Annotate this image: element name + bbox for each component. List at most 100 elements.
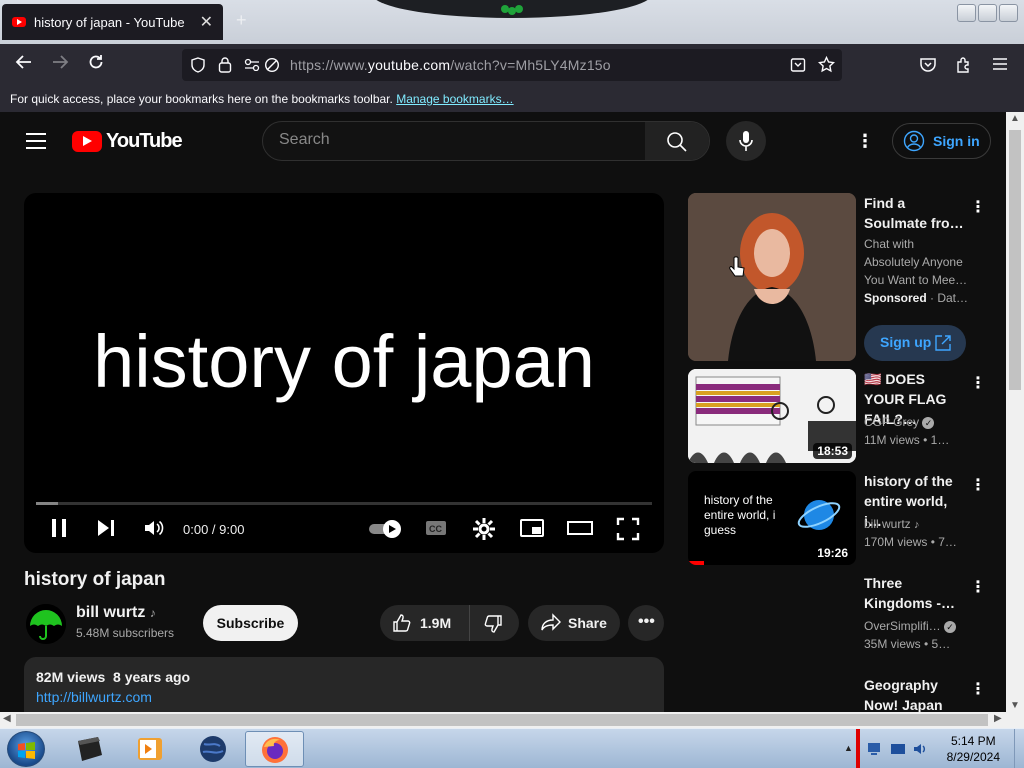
recommendation-item[interactable]: Three Kingdoms -… OverSimplifi… ✓ 35M vi… [688, 573, 988, 667]
recommendation-title[interactable]: Geography Now! Japan [864, 675, 964, 712]
pause-icon[interactable] [50, 517, 68, 539]
progress-bar[interactable] [36, 502, 652, 505]
manage-bookmarks-link[interactable]: Manage bookmarks… [396, 92, 513, 106]
recommendation-item[interactable]: Geography Now! Japan ⋮ [688, 675, 988, 712]
back-button[interactable] [11, 52, 37, 78]
closed-captions-icon[interactable]: CC [424, 517, 448, 539]
search-box: Search [262, 121, 710, 161]
channel-avatar[interactable] [26, 604, 66, 644]
screen: history of japan - YouTube ✕ + https://w… [0, 0, 1024, 768]
url-text[interactable]: https://www.youtube.com/watch?v=Mh5LY4Mz… [290, 57, 611, 73]
window-buttons [957, 4, 1018, 22]
recommendation-menu-icon[interactable]: ⋮ [970, 475, 986, 495]
search-input[interactable]: Search [263, 122, 647, 160]
settings-more-icon[interactable]: ⋮ [856, 131, 874, 152]
recommendation-title[interactable]: Three Kingdoms -… [864, 573, 964, 613]
views-and-date: 82M views 8 years ago [36, 669, 191, 685]
settings-gear-icon[interactable] [472, 517, 496, 541]
menu-icon[interactable] [992, 57, 1008, 71]
maximize-button[interactable] [978, 4, 997, 22]
recommendation-item[interactable]: 18:53 🇺🇸 DOES YOUR FLAG FAIL?… CGP Grey … [688, 369, 988, 463]
action-center-icon[interactable] [890, 741, 906, 757]
scroll-right-arrow-icon[interactable]: ▶ [994, 713, 1002, 724]
reader-view-icon[interactable] [790, 57, 806, 73]
theater-mode-icon[interactable] [566, 517, 594, 539]
description-box[interactable]: 82M views 8 years ago http://billwurtz.c… [24, 657, 664, 712]
ad-sponsored: Sponsored · Dat… [864, 291, 968, 305]
ad-sign-up-button[interactable]: Sign up [864, 325, 966, 361]
flag-video-thumbnail[interactable]: 18:53 [688, 369, 856, 463]
volume-icon[interactable] [143, 517, 165, 539]
guide-menu-icon[interactable] [26, 133, 46, 149]
shield-icon[interactable] [190, 57, 206, 73]
permissions-icon[interactable] [244, 58, 260, 71]
minimize-button[interactable] [957, 4, 976, 22]
taskbar-app-media-player[interactable] [122, 731, 178, 767]
search-button[interactable] [645, 122, 709, 160]
ad-thumbnail[interactable] [688, 193, 856, 361]
autoplay-toggle-icon[interactable] [368, 519, 404, 539]
verified-badge-icon: ✓ [922, 417, 935, 429]
like-button[interactable]: 1.9M [380, 605, 470, 641]
fullscreen-icon[interactable] [616, 517, 640, 541]
youtube-page: YouTube Search ⋮ Sign in history of japa… [0, 112, 1006, 712]
tab-close-icon[interactable]: ✕ [200, 12, 213, 32]
description-link[interactable]: http://billwurtz.com [36, 689, 652, 705]
scroll-up-arrow-icon[interactable]: ▲ [1010, 113, 1020, 124]
more-actions-button[interactable]: ••• [628, 605, 664, 641]
share-label: Share [568, 615, 607, 631]
player-controls: 0:00 / 9:00 CC [24, 509, 664, 549]
video-frame-text: history of japan [93, 320, 595, 403]
music-note-icon: ♪ [149, 606, 156, 620]
speaker-icon[interactable] [912, 741, 928, 757]
video-player[interactable]: history of japan 0:00 / 9:00 CC [24, 193, 664, 553]
microphone-icon [739, 131, 753, 151]
bookmark-star-icon[interactable] [818, 56, 835, 73]
url-bar[interactable]: https://www.youtube.com/watch?v=Mh5LY4Mz… [182, 49, 842, 81]
show-desktop-button[interactable] [1014, 729, 1024, 768]
autoplay-blocked-icon[interactable] [264, 57, 280, 73]
reload-button[interactable] [83, 52, 109, 78]
share-button[interactable]: Share [528, 605, 620, 641]
horizontal-scroll-thumb[interactable] [16, 714, 988, 726]
taskbar-app-firefox[interactable] [245, 731, 304, 767]
dislike-button[interactable] [471, 605, 519, 641]
scroll-down-arrow-icon[interactable]: ▼ [1010, 700, 1020, 711]
recommendation-menu-icon[interactable]: ⋮ [970, 577, 986, 597]
channel-name[interactable]: bill wurtz ♪ [76, 604, 156, 622]
vertical-scrollbar[interactable]: ▲ ▼ [1006, 112, 1024, 712]
scroll-left-arrow-icon[interactable]: ◀ [3, 713, 11, 724]
miniplayer-icon[interactable] [519, 517, 545, 539]
titlebar-ornament-icon [501, 5, 523, 15]
lock-icon[interactable] [218, 56, 232, 73]
voice-search-button[interactable] [726, 121, 766, 161]
watched-progress [688, 561, 704, 565]
forward-button[interactable] [47, 52, 73, 78]
subscribe-button[interactable]: Subscribe [203, 605, 298, 641]
start-button[interactable] [7, 731, 45, 767]
recommendation-item[interactable]: history of the entire world, i guess 19:… [688, 471, 988, 565]
new-tab-button[interactable]: + [236, 10, 247, 31]
clock[interactable]: 5:14 PM 8/29/2024 [947, 733, 1000, 765]
ad-title[interactable]: Find a Soulmate fro… [864, 193, 964, 233]
system-tray: ▲ 5:14 PM 8/29/2024 [844, 729, 1024, 768]
recommendation-menu-icon[interactable]: ⋮ [970, 373, 986, 393]
taskbar-app-globe[interactable] [185, 731, 241, 767]
taskbar-app-terminal[interactable] [62, 731, 118, 767]
vertical-scroll-thumb[interactable] [1009, 130, 1021, 390]
youtube-logo[interactable]: YouTube [72, 130, 183, 153]
pocket-icon[interactable] [919, 57, 937, 73]
tray-expand-icon[interactable]: ▲ [844, 743, 853, 753]
extensions-icon[interactable] [955, 56, 973, 74]
ad-menu-icon[interactable]: ⋮ [970, 197, 986, 217]
history-world-thumbnail[interactable]: history of the entire world, i guess 19:… [688, 471, 856, 565]
recommendation-menu-icon[interactable]: ⋮ [970, 679, 986, 699]
tab-youtube[interactable]: history of japan - YouTube ✕ [2, 4, 223, 40]
sign-in-button[interactable]: Sign in [892, 123, 991, 159]
horizontal-scrollbar[interactable]: ◀ ▶ [0, 712, 1024, 728]
network-icon[interactable] [866, 741, 882, 757]
close-window-button[interactable] [999, 4, 1018, 22]
planet-icon [797, 500, 841, 530]
next-video-icon[interactable] [96, 517, 116, 539]
external-link-icon [935, 335, 951, 351]
